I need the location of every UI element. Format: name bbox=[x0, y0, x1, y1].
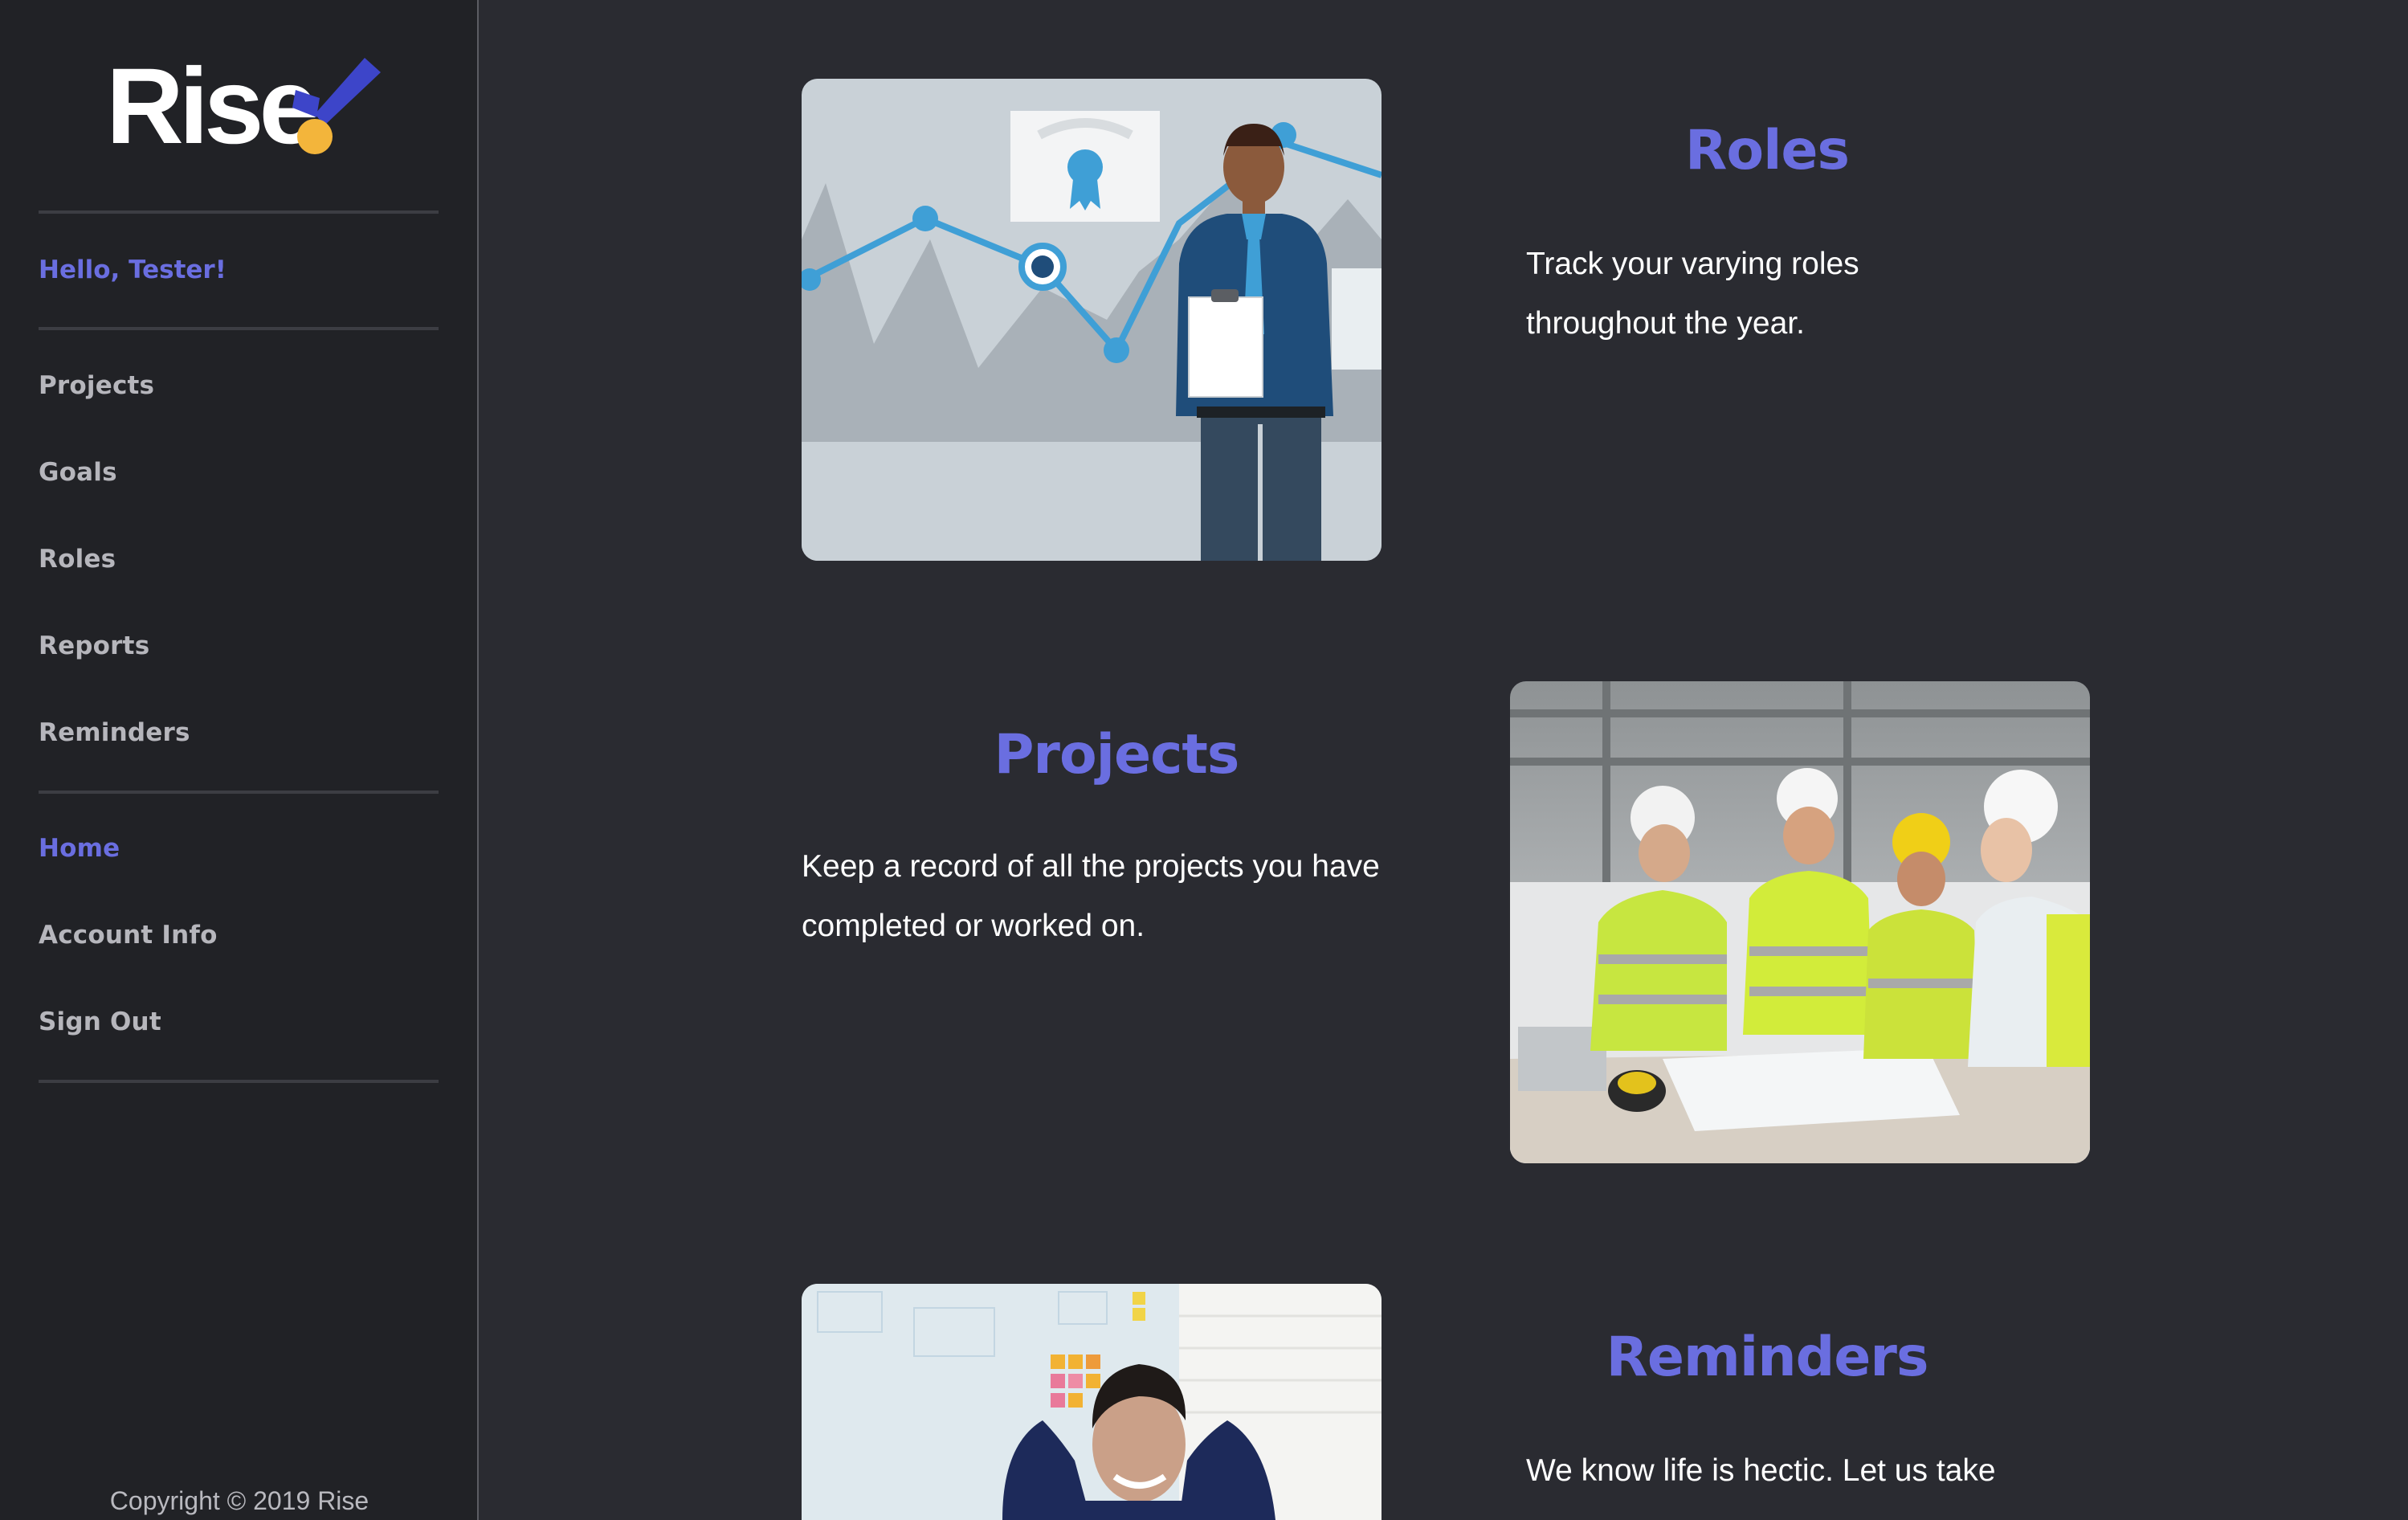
sidebar: Rise Hello, Tester! Projects Goals Roles… bbox=[0, 0, 479, 1520]
projects-photo bbox=[1510, 681, 2090, 1163]
relaxed-man-photo bbox=[802, 1284, 1382, 1520]
rise-logo[interactable]: Rise bbox=[106, 47, 381, 166]
business-man-chart-illustration bbox=[802, 79, 1382, 561]
feature-title-projects: Projects bbox=[994, 723, 1240, 787]
greeting: Hello, Tester! bbox=[39, 255, 227, 284]
feature-description-line: We know life is hectic. Let us take bbox=[1526, 1453, 1996, 1488]
roles-illustration bbox=[802, 79, 1382, 561]
copyright: Copyright © 2019 Rise bbox=[109, 1486, 369, 1515]
feature-description-projects: Keep a record of all the projects you ha… bbox=[802, 837, 1380, 956]
reminders-photo bbox=[802, 1284, 1382, 1520]
feature-description-line: Track your varying roles bbox=[1526, 247, 1859, 281]
sidebar-divider bbox=[39, 1080, 439, 1083]
sidebar-item-home[interactable]: Home bbox=[39, 834, 120, 863]
checkmark-dot-icon bbox=[292, 58, 381, 154]
sidebar-item-reminders[interactable]: Reminders bbox=[39, 718, 190, 747]
feature-description-line: throughout the year. bbox=[1526, 306, 1805, 341]
sidebar-item-goals[interactable]: Goals bbox=[39, 458, 117, 487]
sidebar-divider bbox=[39, 327, 439, 330]
sidebar-item-reports[interactable]: Reports bbox=[39, 631, 149, 660]
sidebar-item-roles[interactable]: Roles bbox=[39, 545, 116, 574]
feature-description-line: completed or worked on. bbox=[802, 909, 1145, 943]
sidebar-item-projects[interactable]: Projects bbox=[39, 371, 154, 400]
sidebar-item-account-info[interactable]: Account Info bbox=[39, 921, 218, 950]
feature-description-roles: Track your varying roles throughout the … bbox=[1526, 235, 1859, 353]
sidebar-divider bbox=[39, 791, 439, 794]
feature-title-roles: Roles bbox=[1685, 119, 1850, 182]
feature-description-reminders: We know life is hectic. Let us take bbox=[1526, 1441, 1996, 1501]
feature-title-reminders: Reminders bbox=[1606, 1326, 1929, 1389]
construction-team-photo bbox=[1510, 681, 2090, 1163]
app: Rise Hello, Tester! Projects Goals Roles… bbox=[0, 0, 2408, 1520]
logo-text: Rise bbox=[106, 47, 319, 166]
feature-description-line: Keep a record of all the projects you ha… bbox=[802, 849, 1380, 884]
sidebar-divider bbox=[39, 210, 439, 214]
sidebar-item-sign-out[interactable]: Sign Out bbox=[39, 1007, 161, 1036]
